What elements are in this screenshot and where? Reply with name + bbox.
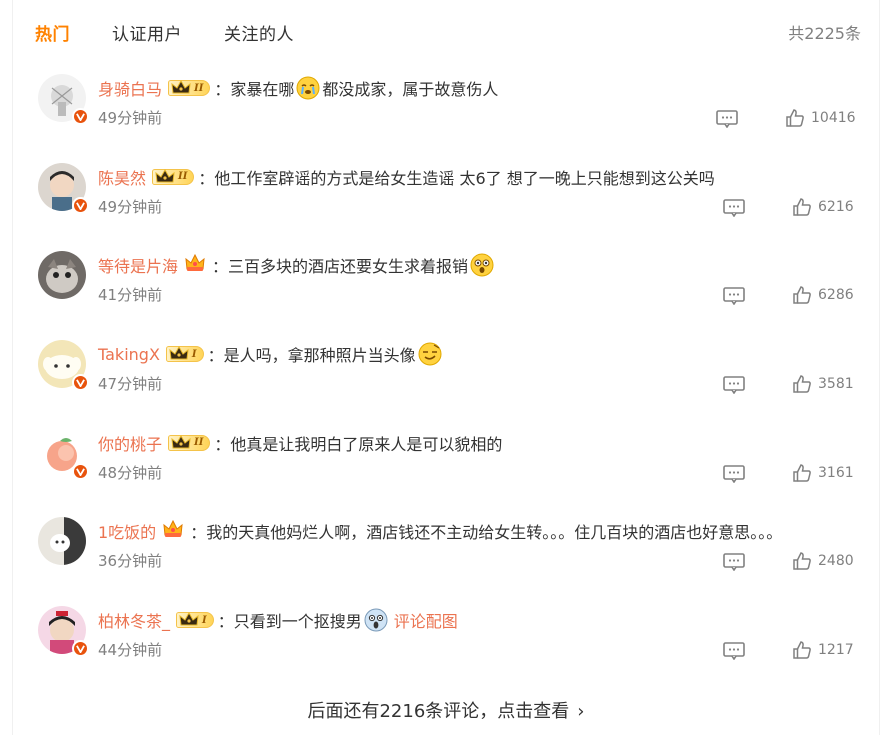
like-button[interactable]: 6286 xyxy=(792,285,854,305)
avatar[interactable] xyxy=(38,606,89,658)
comment-list: 身骑白马 II ：家暴在哪 都没成家，属于故意伤人 49分钟前 10416 陈昊… xyxy=(13,66,879,687)
thumbs-up-icon xyxy=(792,197,818,217)
comment-content: 你的桃子 II ：他真是让我明白了原来人是可以貌相的 xyxy=(98,431,502,455)
comment-username[interactable]: 你的桃子 xyxy=(98,431,162,455)
reply-icon[interactable] xyxy=(723,553,745,572)
comment-timestamp: 47分钟前 xyxy=(98,375,163,394)
comment-text: ：三百多块的酒店还要女生求着报销 xyxy=(212,257,469,277)
member-level-badge[interactable]: II xyxy=(152,168,195,186)
comment-content: 陈昊然 II ：他工作室辟谣的方式是给女生造谣 太6了 想了一晚上只能想到这公关… xyxy=(98,165,715,189)
comment-item: 等待是片海 ：三百多块的酒店还要女生求着报销 41分钟前 6286 xyxy=(13,243,879,332)
like-count: 6286 xyxy=(818,287,854,304)
comment-panel: 热门 认证用户 关注的人 共2225条 身骑白马 II ：家暴在哪 都没成家，属… xyxy=(12,0,880,735)
avatar[interactable] xyxy=(38,340,89,392)
comment-text: ：家暴在哪 xyxy=(214,80,295,99)
comment-content: 1吃饭的 ：我的天真他妈烂人啊，酒店钱还不主动给女生转。。。住几百块的酒店也好意… xyxy=(98,519,782,543)
comment-timestamp: 49分钟前 xyxy=(98,197,163,216)
thumbs-up-icon xyxy=(792,551,818,571)
avatar[interactable] xyxy=(38,74,89,125)
comment-tabs: 热门 认证用户 关注的人 xyxy=(35,18,336,46)
comment-text-tail: 都没成家，属于故意伤人 xyxy=(322,80,499,99)
thumbs-up-icon xyxy=(785,108,811,128)
like-button[interactable]: 6216 xyxy=(792,197,854,217)
comment-content: TakingX I ：是人吗，拿那种照片当头像 xyxy=(98,342,444,366)
like-count: 6216 xyxy=(818,198,854,215)
comment-total-count: 共2225条 xyxy=(788,24,861,43)
reply-icon[interactable] xyxy=(723,376,745,395)
comment-item: 柏林冬茶_ I ：只看到一个抠搜男 评论配图 44分钟前 1217 xyxy=(13,598,879,687)
like-button[interactable]: 2480 xyxy=(792,551,854,571)
like-count: 10416 xyxy=(811,110,856,126)
verified-icon xyxy=(72,196,89,214)
avatar[interactable] xyxy=(38,251,86,300)
reply-icon[interactable] xyxy=(716,110,738,129)
comment-username[interactable]: 陈昊然 xyxy=(98,165,146,189)
thumbs-up-icon xyxy=(792,285,818,305)
avatar[interactable] xyxy=(38,162,89,214)
load-more-label: 后面还有2216条评论，点击查看 xyxy=(307,701,570,722)
comment-item: 身骑白马 II ：家暴在哪 都没成家，属于故意伤人 49分钟前 10416 xyxy=(13,66,879,155)
member-crown-icon[interactable] xyxy=(184,252,206,278)
verified-icon xyxy=(72,374,89,392)
like-count: 2480 xyxy=(818,553,854,570)
like-count: 1217 xyxy=(818,642,854,659)
comment-image-link[interactable]: 评论配图 xyxy=(394,608,458,632)
comment-username[interactable]: TakingX xyxy=(98,345,160,364)
chevron-right-icon: › xyxy=(577,701,585,722)
shocked-emoji xyxy=(470,253,494,277)
comment-item: 陈昊然 II ：他工作室辟谣的方式是给女生造谣 太6了 想了一晚上只能想到这公关… xyxy=(13,155,879,244)
comment-timestamp: 36分钟前 xyxy=(98,552,163,571)
like-count: 3581 xyxy=(818,376,854,393)
crying-emoji xyxy=(296,76,320,100)
comment-timestamp: 44分钟前 xyxy=(98,641,163,660)
comment-username[interactable]: 等待是片海 xyxy=(98,253,178,277)
comment-item: 你的桃子 II ：他真是让我明白了原来人是可以貌相的 48分钟前 3161 xyxy=(13,421,879,510)
comment-text: ：他工作室辟谣的方式是给女生造谣 太6了 想了一晚上只能想到这公关吗 xyxy=(198,168,715,188)
comment-text: ：他真是让我明白了原来人是可以貌相的 xyxy=(214,434,503,454)
reply-icon[interactable] xyxy=(723,642,745,661)
comment-timestamp: 49分钟前 xyxy=(98,109,163,127)
load-more-comments-button[interactable]: 后面还有2216条评论，点击查看 › xyxy=(13,697,879,723)
smirk-emoji xyxy=(418,342,442,366)
thumbs-up-icon xyxy=(792,374,818,394)
member-level-badge[interactable]: I xyxy=(165,345,204,363)
member-level-badge[interactable]: I xyxy=(176,611,214,629)
like-button[interactable]: 3161 xyxy=(792,463,854,483)
verified-icon xyxy=(72,108,89,125)
comment-username[interactable]: 柏林冬茶_ xyxy=(98,608,170,632)
member-level-badge[interactable]: II xyxy=(168,434,211,452)
like-button[interactable]: 3581 xyxy=(792,374,854,394)
comment-text: ：是人吗，拿那种照片当头像 xyxy=(207,346,416,366)
comment-content: 等待是片海 ：三百多块的酒店还要女生求着报销 xyxy=(98,253,496,277)
avatar[interactable] xyxy=(38,428,89,480)
avatar[interactable] xyxy=(38,517,86,566)
member-crown-icon[interactable] xyxy=(162,518,184,544)
comment-username[interactable]: 身骑白马 xyxy=(98,76,162,100)
like-count: 3161 xyxy=(818,464,854,481)
scream-emoji xyxy=(364,608,388,632)
tab-following[interactable]: 关注的人 xyxy=(224,20,294,45)
like-button[interactable]: 1217 xyxy=(792,640,854,660)
comment-timestamp: 41分钟前 xyxy=(98,286,163,305)
comment-text: ：我的天真他妈烂人啊，酒店钱还不主动给女生转。。。住几百块的酒店也好意思。。。 xyxy=(190,523,783,543)
reply-icon[interactable] xyxy=(723,287,745,306)
member-level-badge[interactable]: II xyxy=(168,79,211,97)
tab-hot[interactable]: 热门 xyxy=(35,20,70,45)
comment-text: ：只看到一个抠搜男 xyxy=(217,612,362,632)
tab-verified-users[interactable]: 认证用户 xyxy=(112,20,182,45)
comment-item: 1吃饭的 ：我的天真他妈烂人啊，酒店钱还不主动给女生转。。。住几百块的酒店也好意… xyxy=(13,509,879,598)
reply-icon[interactable] xyxy=(723,464,745,484)
like-button[interactable]: 10416 xyxy=(785,108,856,128)
verified-icon xyxy=(72,640,89,658)
comment-username[interactable]: 1吃饭的 xyxy=(98,519,156,543)
comment-content: 柏林冬茶_ I ：只看到一个抠搜男 评论配图 xyxy=(98,608,458,632)
thumbs-up-icon xyxy=(792,640,818,660)
reply-icon[interactable] xyxy=(723,198,745,218)
comment-content: 身骑白马 II ：家暴在哪 都没成家，属于故意伤人 xyxy=(98,76,498,100)
comment-timestamp: 48分钟前 xyxy=(98,463,163,482)
thumbs-up-icon xyxy=(792,463,818,483)
verified-icon xyxy=(72,462,89,480)
comment-item: TakingX I ：是人吗，拿那种照片当头像 47分钟前 3581 xyxy=(13,332,879,421)
